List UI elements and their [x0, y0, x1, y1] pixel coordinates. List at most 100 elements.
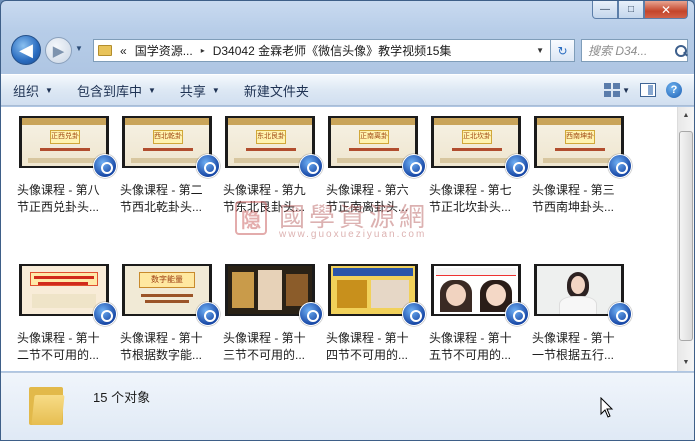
file-name-line-2: 节根据数字能...: [120, 348, 203, 362]
video-thumbnail-image: 东北艮卦: [228, 118, 312, 166]
preview-pane-icon[interactable]: [640, 83, 656, 97]
file-name: 头像课程 - 第三 节西南坤卦头...: [532, 182, 632, 216]
search-input[interactable]: [588, 43, 672, 58]
vertical-scrollbar[interactable]: ▲ ▼: [677, 107, 694, 371]
video-thumbnail-image: [434, 266, 518, 314]
view-dropdown-icon[interactable]: ▼: [622, 86, 630, 95]
include-library-menu[interactable]: 包含到库中 ▼: [65, 75, 168, 105]
file-thumbnail[interactable]: 数字能量: [122, 264, 220, 326]
toolbar-right: ▼ ?: [604, 82, 694, 98]
view-options-icon[interactable]: [604, 83, 621, 97]
video-thumbnail-image: 西南坤卦: [537, 118, 621, 166]
file-thumbnail[interactable]: 西南坤卦: [534, 116, 632, 178]
file-thumbnail[interactable]: 西北乾卦: [122, 116, 220, 178]
scrollbar-thumb[interactable]: [679, 131, 693, 341]
file-name-line-1: 头像课程 - 第八: [17, 183, 100, 197]
address-dropdown-icon[interactable]: ▼: [536, 46, 544, 55]
maximize-button[interactable]: □: [618, 1, 644, 19]
chevron-down-icon: ▼: [147, 85, 156, 95]
file-name: 头像课程 - 第十 节根据数字能...: [120, 330, 220, 364]
chevron-down-icon: ▼: [45, 85, 53, 95]
file-thumbnail[interactable]: [19, 264, 117, 326]
file-thumbnail[interactable]: [328, 264, 426, 326]
file-thumbnail[interactable]: 东北艮卦: [225, 116, 323, 178]
video-player-icon: [196, 154, 220, 178]
refresh-icon: ↻: [557, 43, 568, 58]
navigation-bar: ◀ ▶ ▼ « 国学资源... ▸ D34042 金霖老师《微信头像》教学视频1…: [11, 35, 688, 67]
back-button[interactable]: ◀: [11, 35, 41, 65]
breadcrumb-item-current[interactable]: D34042 金霖老师《微信头像》教学视频15集: [213, 42, 452, 59]
file-name-line-2: 三节不可用的...: [223, 348, 306, 362]
breadcrumb-overflow[interactable]: «: [120, 44, 127, 58]
item-count: 15 个对象: [93, 390, 151, 405]
caption-buttons: — □ ✕: [592, 1, 688, 19]
file-item[interactable]: 头像课程 - 第十 三节不可用的...: [223, 264, 323, 364]
minimize-button[interactable]: —: [592, 1, 618, 19]
file-name-line-2: 四节不可用的...: [326, 348, 409, 362]
video-player-icon: [505, 302, 529, 326]
file-thumbnail[interactable]: 正南离卦: [328, 116, 426, 178]
mouse-cursor-icon: [600, 397, 614, 418]
forward-button[interactable]: ▶: [45, 37, 72, 64]
slide-title: 正南离卦: [359, 130, 389, 144]
video-thumbnail-image: [331, 266, 415, 314]
breadcrumb-item-root[interactable]: 国学资源...: [135, 42, 193, 59]
help-icon[interactable]: ?: [666, 82, 682, 98]
file-name-line-2: 一节根据五行...: [532, 348, 615, 362]
file-name: 头像课程 - 第十 五节不可用的...: [429, 330, 529, 364]
file-name-line-1: 头像课程 - 第十: [223, 331, 306, 345]
file-item[interactable]: 西南坤卦头像课程 - 第三 节西南坤卦头...: [532, 116, 632, 216]
search-box[interactable]: [581, 39, 688, 62]
file-name-line-1: 头像课程 - 第十: [532, 331, 615, 345]
new-folder-button[interactable]: 新建文件夹: [232, 75, 321, 105]
address-bar[interactable]: « 国学资源... ▸ D34042 金霖老师《微信头像》教学视频15集 ▼: [93, 39, 551, 62]
share-menu[interactable]: 共享 ▼: [168, 75, 232, 105]
organize-menu[interactable]: 组织 ▼: [1, 75, 65, 105]
video-player-icon: [93, 302, 117, 326]
file-name-line-2: 二节不可用的...: [17, 348, 100, 362]
file-name-line-1: 头像课程 - 第二: [120, 183, 203, 197]
search-icon[interactable]: [674, 44, 687, 58]
watermark-url: www.guoxueziyuan.com: [279, 229, 427, 240]
file-name: 头像课程 - 第二 节西北乾卦头...: [120, 182, 220, 216]
file-name-line-1: 头像课程 - 第十: [326, 331, 409, 345]
refresh-button[interactable]: ↻: [551, 39, 575, 62]
scroll-up-icon[interactable]: ▲: [678, 107, 694, 124]
watermark-seal: 隐: [235, 201, 267, 235]
file-name-line-1: 头像课程 - 第三: [532, 183, 615, 197]
video-thumbnail-image: [228, 266, 312, 314]
video-player-icon: [402, 302, 426, 326]
chevron-right-icon[interactable]: ▸: [201, 46, 205, 55]
share-label: 共享: [179, 83, 206, 99]
file-name: 头像课程 - 第八 节正西兑卦头...: [17, 182, 117, 216]
file-item[interactable]: 正西兑卦头像课程 - 第八 节正西兑卦头...: [17, 116, 117, 216]
file-thumbnail[interactable]: [431, 264, 529, 326]
include-library-label: 包含到库中: [76, 83, 142, 99]
file-name-line-1: 头像课程 - 第七: [429, 183, 512, 197]
video-thumbnail-image: 数字能量: [125, 266, 209, 314]
close-button[interactable]: ✕: [644, 1, 688, 19]
video-player-icon: [608, 154, 632, 178]
history-dropdown-icon[interactable]: ▼: [75, 44, 83, 53]
file-name: 头像课程 - 第十 四节不可用的...: [326, 330, 426, 364]
slide-title: 正北坎卦: [462, 130, 492, 144]
file-name-line-2: 节西北乾卦头...: [120, 200, 203, 214]
file-name-line-2: 节西南坤卦头...: [532, 200, 615, 214]
video-player-icon: [93, 154, 117, 178]
file-thumbnail[interactable]: 正西兑卦: [19, 116, 117, 178]
video-thumbnail-image: [22, 266, 106, 314]
video-thumbnail-image: 正南离卦: [331, 118, 415, 166]
file-item[interactable]: 西北乾卦头像课程 - 第二 节西北乾卦头...: [120, 116, 220, 216]
file-thumbnail[interactable]: 正北坎卦: [431, 116, 529, 178]
file-thumbnail[interactable]: [534, 264, 632, 326]
video-player-icon: [299, 302, 323, 326]
file-item[interactable]: 头像课程 - 第十 一节根据五行...: [532, 264, 632, 364]
file-thumbnail[interactable]: [225, 264, 323, 326]
scroll-down-icon[interactable]: ▼: [678, 354, 694, 371]
file-item[interactable]: 数字能量头像课程 - 第十 节根据数字能...: [120, 264, 220, 364]
file-name: 头像课程 - 第十 一节根据五行...: [532, 330, 632, 364]
file-item[interactable]: 头像课程 - 第十 二节不可用的...: [17, 264, 117, 364]
slide-title: 数字能量: [139, 272, 195, 288]
file-item[interactable]: 头像课程 - 第十 四节不可用的...: [326, 264, 426, 364]
file-item[interactable]: 头像课程 - 第十 五节不可用的...: [429, 264, 529, 364]
